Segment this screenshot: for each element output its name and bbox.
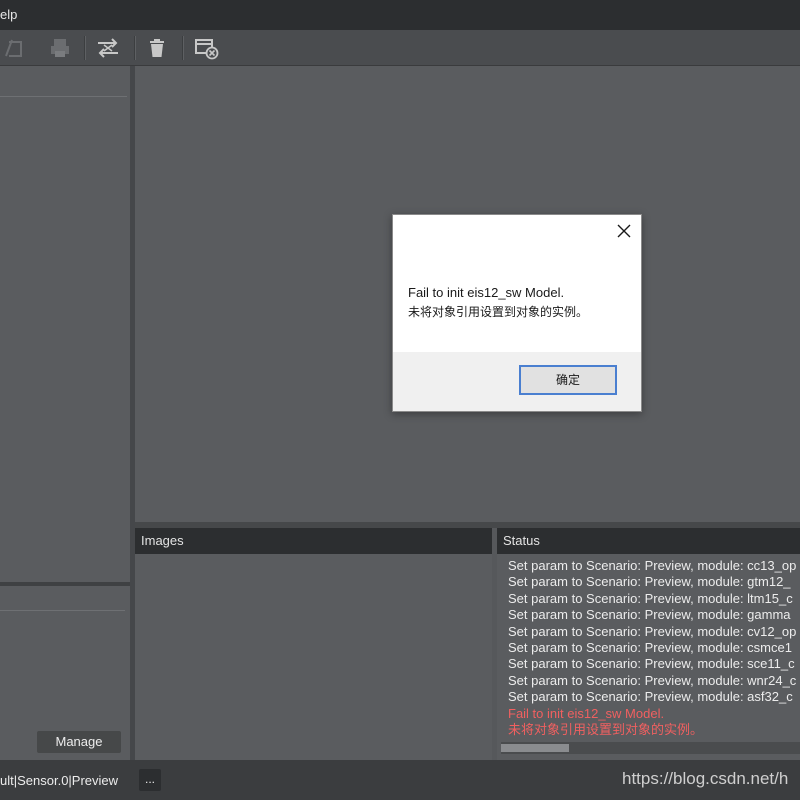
status-line: Set param to Scenario: Preview, module: … [508,656,795,672]
scrollbar-thumb[interactable] [501,744,569,752]
status-panel: Status Set param to Scenario: Preview, m… [497,528,800,760]
save-icon[interactable] [2,36,26,60]
manage-button[interactable]: Manage [37,731,121,753]
status-bar: ult|Sensor.0|Preview ... https://blog.cs… [0,760,800,800]
divider [0,96,127,97]
status-line: Set param to Scenario: Preview, module: … [508,640,792,656]
close-window-icon[interactable] [194,36,219,60]
status-line: Set param to Scenario: Preview, module: … [508,689,793,705]
status-log: Set param to Scenario: Preview, module: … [508,558,800,738]
scenario-path: ult|Sensor.0|Preview [0,773,119,788]
toolbar [0,30,800,66]
more-button[interactable]: ... [139,769,161,791]
error-dialog: Fail to init eis12_sw Model. 未将对象引用设置到对象… [392,214,642,412]
status-line: Set param to Scenario: Preview, module: … [508,672,797,688]
toolbar-separator [84,36,86,60]
close-icon[interactable] [615,222,633,240]
status-line: Set param to Scenario: Preview, module: … [508,590,793,606]
horizontal-scrollbar[interactable] [501,742,800,754]
compare-icon[interactable] [96,36,120,60]
status-line: Set param to Scenario: Preview, module: … [508,623,797,639]
toolbar-separator [182,36,184,60]
images-panel-title: Images [135,528,492,554]
status-line: Set param to Scenario: Preview, module: … [508,607,791,623]
status-line-error: 未将对象引用设置到对象的实例。 [508,722,704,738]
toolbar-separator [134,36,136,60]
left-panel-top [0,66,130,582]
watermark: https://blog.csdn.net/h [622,769,789,788]
divider [0,610,125,611]
dialog-message-line1: Fail to init eis12_sw Model. [408,285,565,300]
status-panel-title: Status [497,528,800,554]
status-line: Set param to Scenario: Preview, module: … [508,558,797,573]
status-line: Set param to Scenario: Preview, module: … [508,574,791,590]
dialog-message-line2: 未将对象引用设置到对象的实例。 [408,305,589,319]
status-line-error: Fail to init eis12_sw Model. [508,705,665,721]
images-panel: Images [135,528,492,760]
menu-help[interactable]: elp [0,7,17,22]
print-icon[interactable] [48,36,72,60]
menu-bar: elp [0,0,800,30]
trash-icon[interactable] [145,36,169,60]
ok-button[interactable]: 确定 [519,365,617,395]
dialog-footer: 确定 [393,352,641,411]
